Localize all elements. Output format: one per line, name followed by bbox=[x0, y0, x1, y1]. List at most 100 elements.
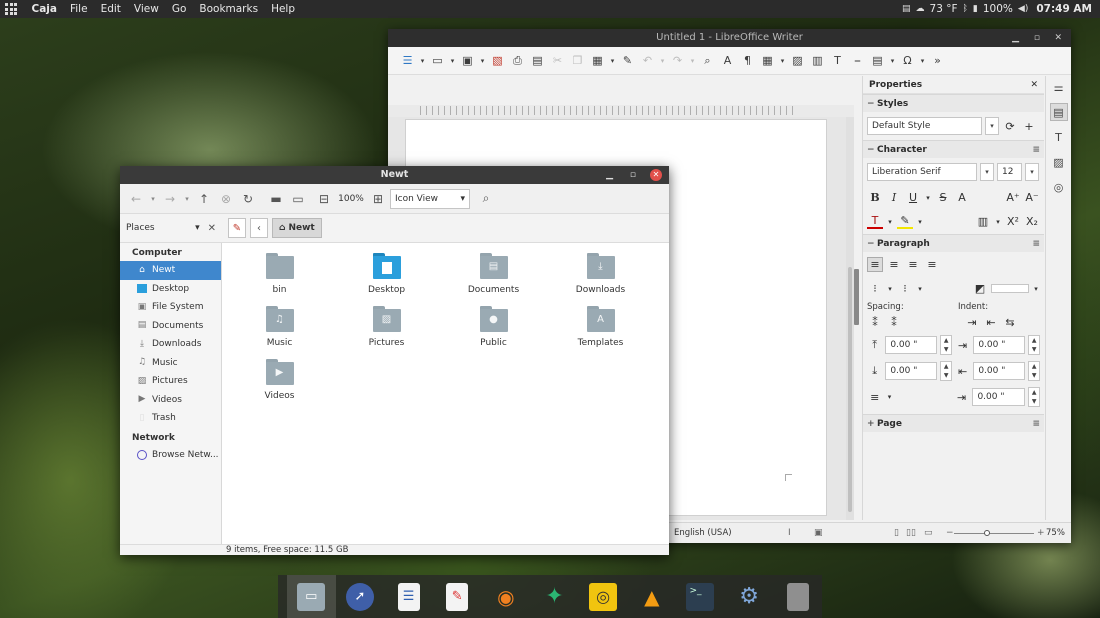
spacing-above-field[interactable]: 0.00 " bbox=[885, 336, 938, 354]
zoom-in-icon[interactable]: + bbox=[1037, 528, 1045, 538]
sidebar-mode-select[interactable]: Places ▾ ✕ bbox=[120, 223, 222, 234]
sidebar-item-documents[interactable]: ▤ Documents bbox=[120, 317, 221, 336]
indent-first-field[interactable]: 0.00 " bbox=[972, 388, 1026, 406]
spacing-below-field[interactable]: 0.00 " bbox=[885, 362, 938, 380]
dock-item-browser[interactable]: ➚ bbox=[336, 575, 385, 618]
dock-item-writer[interactable]: ☰ bbox=[384, 575, 433, 618]
edit-location-icon[interactable]: ✎ bbox=[228, 218, 246, 238]
first-line-indent-icon[interactable]: ⇥ bbox=[954, 391, 970, 404]
sidebar-item-downloads[interactable]: ⤓ Downloads bbox=[120, 335, 221, 354]
chevron-down-icon[interactable]: ▾ bbox=[994, 218, 1002, 226]
chevron-down-icon[interactable]: ▾ bbox=[918, 51, 927, 71]
multi-page-view-icon[interactable]: ▯▯ bbox=[906, 528, 916, 538]
indent-after-field[interactable]: 0.00 " bbox=[973, 362, 1026, 380]
search-icon[interactable]: ⌕ bbox=[476, 188, 496, 210]
forward-icon[interactable]: → bbox=[160, 188, 180, 210]
increase-spacing-icon[interactable]: ⁑ bbox=[867, 316, 883, 329]
chevron-down-icon[interactable]: ▾ bbox=[886, 393, 894, 401]
strikethrough-icon[interactable]: S bbox=[935, 191, 951, 204]
dock-item-blender[interactable]: ◉ bbox=[482, 575, 531, 618]
chevron-down-icon[interactable]: ▾ bbox=[195, 223, 200, 233]
font-size-field[interactable]: 12 bbox=[997, 163, 1022, 181]
reload-icon[interactable]: ↻ bbox=[238, 188, 258, 210]
spinner-icon[interactable]: ▲ ▼ bbox=[940, 335, 952, 355]
up-icon[interactable]: ↑ bbox=[194, 188, 214, 210]
file-item-templates[interactable]: A Templates bbox=[547, 304, 654, 357]
undo-icon[interactable]: ↶ bbox=[638, 51, 657, 71]
numbering-icon[interactable]: ⁝ bbox=[897, 282, 913, 295]
line-spacing-icon[interactable]: ≡ bbox=[867, 391, 883, 404]
paragraph-section-header[interactable]: − Paragraph ≡ bbox=[863, 234, 1044, 252]
menu-file[interactable]: File bbox=[63, 3, 94, 15]
italic-icon[interactable]: I bbox=[886, 191, 902, 204]
export-pdf-icon[interactable]: ▧ bbox=[488, 51, 507, 71]
menu-go[interactable]: Go bbox=[165, 3, 193, 15]
sidebar-item-trash[interactable]: ▯ Trash bbox=[120, 409, 221, 428]
hanging-indent-icon[interactable]: ⇆ bbox=[1002, 316, 1018, 329]
field-icon[interactable]: ▤ bbox=[868, 51, 887, 71]
weather-temp[interactable]: 73 °F bbox=[930, 3, 958, 15]
font-color-icon[interactable]: T bbox=[867, 214, 883, 229]
dock-item-terminal[interactable]: >_ bbox=[676, 575, 725, 618]
menu-app[interactable]: Caja bbox=[25, 3, 63, 15]
volume-icon[interactable]: ◀) bbox=[1018, 4, 1028, 14]
background-swatch[interactable] bbox=[991, 284, 1029, 293]
align-left-icon[interactable]: ≡ bbox=[867, 257, 883, 272]
sidebar-settings-icon[interactable]: ⚌ bbox=[1050, 78, 1068, 96]
collapse-icon[interactable]: − bbox=[867, 99, 877, 109]
before-indent-icon[interactable]: ⇥ bbox=[955, 339, 970, 352]
zoom-out-icon[interactable]: ⊟ bbox=[314, 188, 334, 210]
spinner-icon[interactable]: ▲ ▼ bbox=[1028, 335, 1040, 355]
writer-titlebar[interactable]: Untitled 1 - LibreOffice Writer ▁ ▫ ✕ bbox=[388, 29, 1071, 47]
single-page-view-icon[interactable]: ▯ bbox=[894, 528, 899, 538]
page-section-header[interactable]: + Page ≡ bbox=[863, 414, 1044, 432]
align-center-icon[interactable]: ≡ bbox=[886, 258, 902, 271]
update-style-icon[interactable]: ⟳ bbox=[1002, 120, 1018, 133]
chevron-down-icon[interactable]: ▾ bbox=[148, 188, 158, 210]
expand-icon[interactable]: + bbox=[867, 419, 877, 429]
cut-icon[interactable]: ✂ bbox=[548, 51, 567, 71]
decrease-indent-icon[interactable]: ⇤ bbox=[983, 316, 999, 329]
file-item-bin[interactable]: bin bbox=[226, 251, 333, 304]
chevron-down-icon[interactable]: ▾ bbox=[1032, 285, 1040, 293]
navigator-tab-icon[interactable]: ◎ bbox=[1050, 178, 1068, 196]
print-preview-icon[interactable]: ▤ bbox=[528, 51, 547, 71]
character-spacing-icon[interactable]: ▥ bbox=[975, 215, 991, 228]
highlight-icon[interactable]: ✎ bbox=[897, 214, 913, 229]
chevron-down-icon[interactable]: ▾ bbox=[688, 51, 697, 71]
shrink-font-icon[interactable]: A⁻ bbox=[1024, 191, 1040, 204]
text-box-icon[interactable]: T bbox=[828, 51, 847, 71]
close-sidebar-icon[interactable]: ✕ bbox=[208, 223, 216, 234]
weather-icon[interactable]: ☁ bbox=[916, 4, 925, 14]
dock-item-files[interactable]: ▭ bbox=[287, 575, 336, 618]
paragraph-style-field[interactable]: Default Style bbox=[867, 117, 982, 135]
app-menu-icon[interactable] bbox=[3, 1, 19, 17]
chevron-down-icon[interactable]: ▾ bbox=[448, 51, 457, 71]
chevron-down-icon[interactable]: ▾ bbox=[916, 218, 924, 226]
chevron-down-icon[interactable]: ▾ bbox=[1025, 163, 1039, 181]
sidebar-item-music[interactable]: ♫ Music bbox=[120, 354, 221, 373]
battery-icon[interactable]: ▮ bbox=[973, 4, 978, 14]
spinner-icon[interactable]: ▲ ▼ bbox=[1028, 361, 1040, 381]
computer-icon[interactable]: ▭ bbox=[288, 188, 308, 210]
stop-icon[interactable]: ⊗ bbox=[216, 188, 236, 210]
background-color-icon[interactable]: ◩ bbox=[972, 282, 988, 295]
chevron-down-icon[interactable]: ▾ bbox=[985, 117, 999, 135]
book-view-icon[interactable]: ▭ bbox=[924, 528, 933, 538]
find-replace-icon[interactable]: ⌕ bbox=[698, 51, 717, 71]
chevron-down-icon[interactable]: ▾ bbox=[924, 194, 932, 202]
bluetooth-icon[interactable]: ᛒ bbox=[963, 4, 968, 14]
back-icon[interactable]: ← bbox=[126, 188, 146, 210]
decrease-spacing-icon[interactable]: ⁑ bbox=[886, 316, 902, 329]
file-manager-titlebar[interactable]: Newt ▁ ▫ ✕ bbox=[120, 166, 669, 184]
file-item-desktop[interactable]: Desktop bbox=[333, 251, 440, 304]
image-icon[interactable]: ▨ bbox=[788, 51, 807, 71]
zoom-in-icon[interactable]: ⊞ bbox=[368, 188, 388, 210]
document-modified-icon[interactable]: ▣ bbox=[814, 528, 823, 538]
chevron-down-icon[interactable]: ▾ bbox=[888, 51, 897, 71]
bullets-icon[interactable]: ⁝ bbox=[867, 282, 883, 295]
menu-help[interactable]: Help bbox=[265, 3, 302, 15]
align-right-icon[interactable]: ≡ bbox=[905, 258, 921, 271]
chevron-down-icon[interactable]: ▾ bbox=[916, 285, 924, 293]
sidebar-item-browse-network[interactable]: Browse Netw... bbox=[120, 446, 221, 465]
